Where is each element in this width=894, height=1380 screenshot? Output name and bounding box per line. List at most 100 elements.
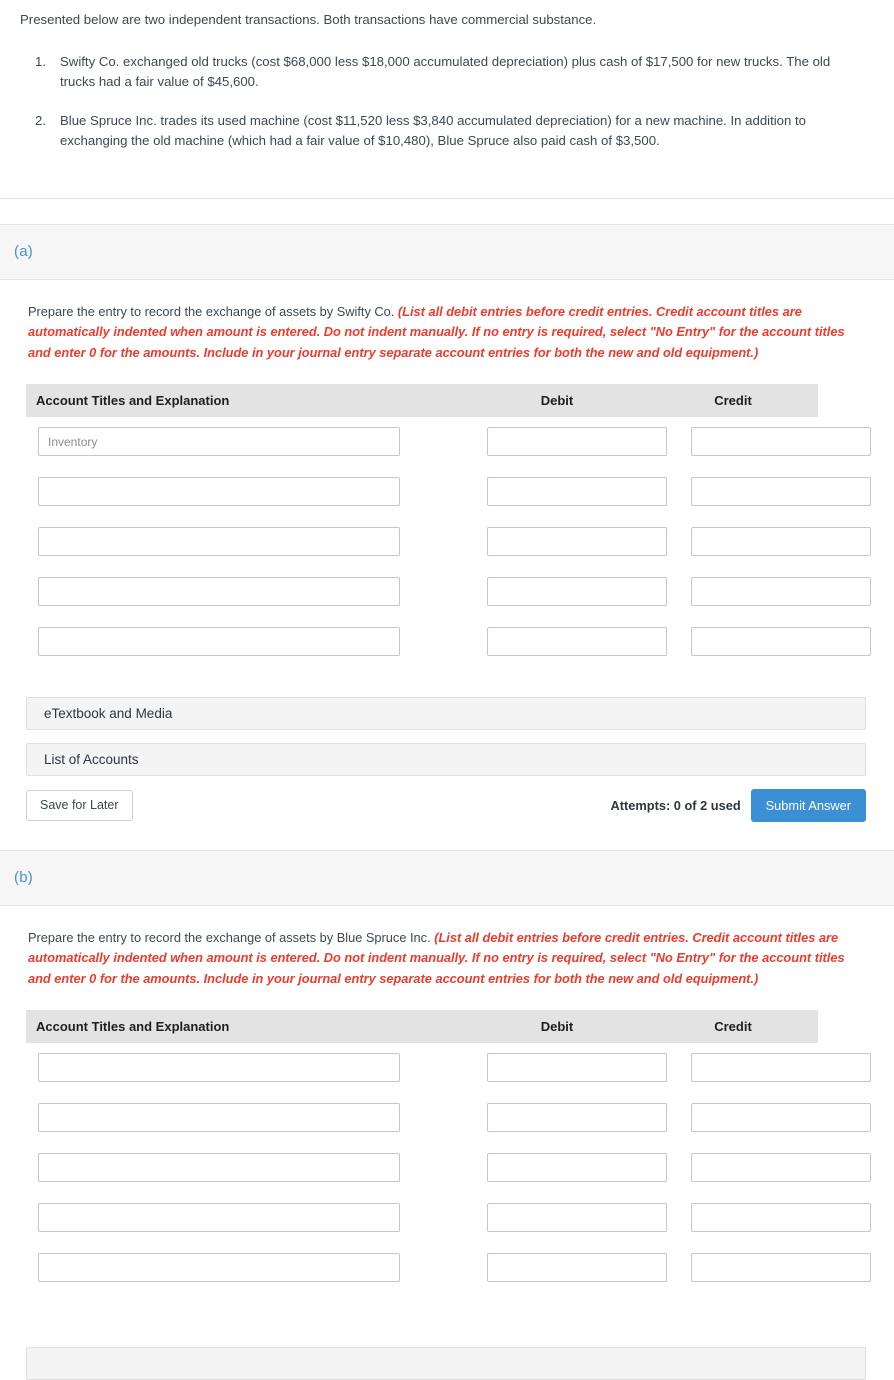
debit-cell: [466, 1253, 668, 1283]
account-title-input[interactable]: [38, 1153, 400, 1183]
debit-input[interactable]: [487, 427, 667, 457]
debit-input[interactable]: [487, 1203, 667, 1233]
account-cell: [26, 1203, 466, 1233]
credit-cell: [668, 1103, 871, 1133]
column-header-account: Account Titles and Explanation: [36, 1018, 230, 1034]
account-title-input[interactable]: [38, 527, 400, 557]
credit-cell: [668, 427, 871, 457]
credit-cell: [668, 1153, 871, 1183]
credit-input[interactable]: [691, 1253, 871, 1283]
part-b-label: (b): [14, 869, 33, 887]
table-row: [26, 1193, 871, 1243]
account-title-input[interactable]: [38, 427, 400, 457]
account-title-input[interactable]: [38, 477, 400, 507]
list-item: 2. Blue Spruce Inc. trades its used mach…: [14, 111, 874, 152]
debit-cell: [466, 627, 668, 657]
part-b-header: (b): [0, 849, 894, 906]
credit-cell: [668, 1053, 871, 1083]
debit-input[interactable]: [487, 1253, 667, 1283]
debit-cell: [466, 427, 668, 457]
credit-input[interactable]: [691, 477, 871, 507]
column-header-credit: Credit: [714, 1018, 752, 1034]
table-header-row: Account Titles and Explanation Debit Cre…: [26, 1009, 818, 1043]
etextbook-and-media-button[interactable]: eTextbook and Media: [26, 696, 866, 730]
credit-cell: [668, 527, 871, 557]
transaction-text: Swifty Co. exchanged old trucks (cost $6…: [60, 53, 831, 90]
table-row: [26, 1093, 871, 1143]
part-a-header: (a): [0, 223, 894, 280]
account-title-input[interactable]: [38, 1103, 400, 1133]
debit-input[interactable]: [487, 1053, 667, 1083]
credit-cell: [668, 627, 871, 657]
credit-input[interactable]: [691, 427, 871, 457]
submit-answer-button[interactable]: Submit Answer: [750, 788, 866, 822]
debit-input[interactable]: [487, 577, 667, 607]
transaction-number: 2.: [35, 112, 46, 128]
part-b-prompt: Prepare the entry to record the exchange…: [0, 906, 894, 990]
account-cell: [26, 1153, 466, 1183]
part-a-journal-table: Account Titles and Explanation Debit Cre…: [26, 383, 871, 667]
transactions-list: 1. Swifty Co. exchanged old trucks (cost…: [14, 52, 874, 152]
part-a-resource-panels: eTextbook and Media List of Accounts: [26, 696, 866, 776]
debit-cell: [466, 477, 668, 507]
credit-cell: [668, 1253, 871, 1283]
column-header-debit: Debit: [540, 392, 574, 408]
credit-cell: [668, 577, 871, 607]
attempts-counter: Attempts: 0 of 2 used: [610, 797, 741, 813]
intro-lead-text: Presented below are two independent tran…: [20, 12, 597, 27]
table-row: [26, 567, 871, 617]
transaction-text: Blue Spruce Inc. trades its used machine…: [60, 112, 807, 149]
credit-input[interactable]: [691, 527, 871, 557]
debit-input[interactable]: [487, 1103, 667, 1133]
part-a-prompt: Prepare the entry to record the exchange…: [0, 280, 894, 364]
part-a-label: (a): [14, 243, 33, 261]
list-item: 1. Swifty Co. exchanged old trucks (cost…: [14, 52, 874, 93]
table-row: [26, 517, 871, 567]
credit-cell: [668, 1203, 871, 1233]
table-header-row: Account Titles and Explanation Debit Cre…: [26, 383, 818, 417]
debit-cell: [466, 1053, 668, 1083]
account-cell: [26, 1103, 466, 1133]
debit-cell: [466, 1103, 668, 1133]
debit-input[interactable]: [487, 477, 667, 507]
debit-cell: [466, 1203, 668, 1233]
account-title-input[interactable]: [38, 1203, 400, 1233]
table-row: [26, 467, 871, 517]
column-header-credit: Credit: [714, 392, 752, 408]
credit-cell: [668, 477, 871, 507]
debit-input[interactable]: [487, 527, 667, 557]
credit-input[interactable]: [691, 1153, 871, 1183]
debit-cell: [466, 1153, 668, 1183]
list-of-accounts-button[interactable]: List of Accounts: [26, 742, 866, 776]
part-b-prompt-lead: Prepare the entry to record the exchange…: [28, 929, 431, 945]
account-title-input[interactable]: [38, 577, 400, 607]
credit-input[interactable]: [691, 1103, 871, 1133]
account-cell: [26, 527, 466, 557]
account-cell: [26, 1253, 466, 1283]
account-cell: [26, 477, 466, 507]
debit-cell: [466, 527, 668, 557]
table-row: [26, 1143, 871, 1193]
account-cell: [26, 627, 466, 657]
credit-input[interactable]: [691, 577, 871, 607]
account-title-input[interactable]: [38, 627, 400, 657]
part-a-action-bar: Save for Later Attempts: 0 of 2 used Sub…: [26, 788, 866, 822]
credit-input[interactable]: [691, 627, 871, 657]
submit-group: Attempts: 0 of 2 used Submit Answer: [610, 788, 866, 822]
credit-input[interactable]: [691, 1053, 871, 1083]
account-cell: [26, 427, 466, 457]
debit-input[interactable]: [487, 1153, 667, 1183]
account-title-input[interactable]: [38, 1053, 400, 1083]
debit-input[interactable]: [487, 627, 667, 657]
account-cell: [26, 1053, 466, 1083]
table-row: [26, 1043, 871, 1093]
table-row: [26, 417, 871, 467]
credit-input[interactable]: [691, 1203, 871, 1233]
account-title-input[interactable]: [38, 1253, 400, 1283]
part-b-resource-panels: [26, 1346, 866, 1380]
debit-cell: [466, 577, 668, 607]
save-for-later-button[interactable]: Save for Later: [26, 789, 133, 821]
etextbook-and-media-button[interactable]: [26, 1346, 866, 1380]
table-row: [26, 1243, 871, 1293]
account-cell: [26, 577, 466, 607]
